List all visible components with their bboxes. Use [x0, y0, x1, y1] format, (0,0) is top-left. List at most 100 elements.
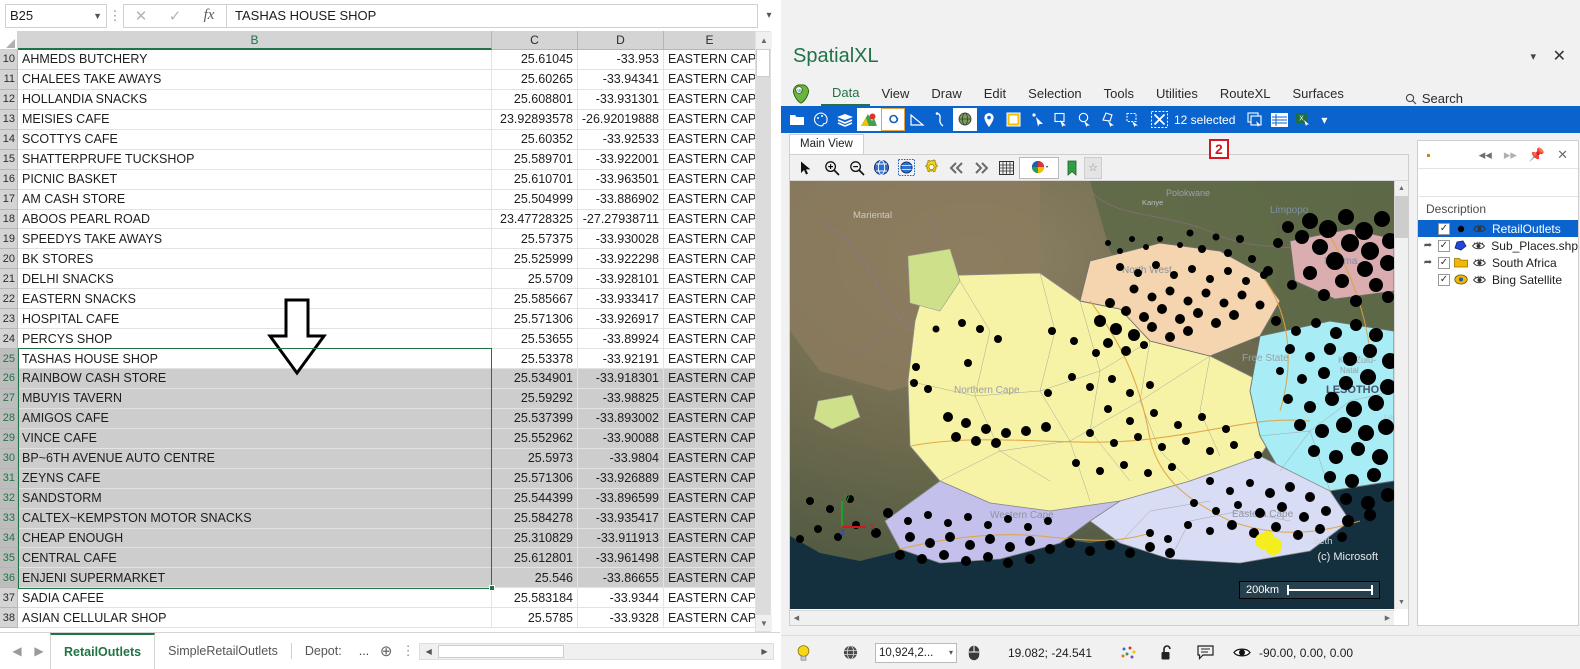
layer-list-item[interactable]: ➦✓Sub_Places.shp — [1418, 237, 1578, 254]
table-row[interactable]: 31ZEYNS CAFE25.571306-33.926889EASTERN C… — [0, 469, 756, 489]
cell-c[interactable]: 25.571306 — [492, 469, 578, 489]
cell-c[interactable]: 23.47728325 — [492, 210, 578, 230]
name-box[interactable]: B25 ▼ — [5, 4, 107, 28]
cell-c[interactable]: 25.589701 — [492, 150, 578, 170]
sheet-tab-depots[interactable]: Depot: — [292, 633, 355, 669]
row-header[interactable]: 24 — [0, 329, 18, 349]
cell-e[interactable]: EASTERN CAPE — [664, 548, 756, 568]
cell-b[interactable]: TASHAS HOUSE SHOP — [18, 349, 492, 369]
select-all-corner[interactable] — [0, 31, 18, 50]
table-row[interactable]: 19SPEEDYS TAKE AWAYS25.57375-33.930028EA… — [0, 229, 756, 249]
map-scroll-down-button[interactable]: ▼ — [1395, 595, 1408, 609]
cell-d[interactable]: -33.922001 — [578, 150, 664, 170]
cell-b[interactable]: AMIGOS CAFE — [18, 409, 492, 429]
table-row[interactable]: 34CHEAP ENOUGH25.310829-33.911913EASTERN… — [0, 529, 756, 549]
cell-e[interactable]: EASTERN CAPE — [664, 50, 756, 70]
table-row[interactable]: 16PICNIC BASKET25.610701-33.963501EASTER… — [0, 170, 756, 190]
cell-e[interactable]: EASTERN CAPE — [664, 588, 756, 608]
row-header[interactable]: 28 — [0, 409, 18, 429]
row-header[interactable]: 33 — [0, 509, 18, 529]
row-header[interactable]: 35 — [0, 548, 18, 568]
next-icon[interactable]: ▸▸ — [1504, 147, 1517, 163]
cell-e[interactable]: EASTERN CAPE — [664, 608, 756, 628]
cell-e[interactable]: EASTERN CAPE — [664, 349, 756, 369]
layer-list-item[interactable]: ➦✓South Africa — [1418, 254, 1578, 271]
prev-icon[interactable]: ◂◂ — [1479, 147, 1492, 163]
table-row[interactable]: 33CALTEX~KEMPSTON MOTOR SNACKS25.584278-… — [0, 509, 756, 529]
cell-c[interactable]: 25.59292 — [492, 389, 578, 409]
table-row[interactable]: 30BP~6TH AVENUE AUTO CENTRE25.5973-33.98… — [0, 449, 756, 469]
cell-b[interactable]: SANDSTORM — [18, 489, 492, 509]
expand-tree-icon[interactable]: ➦ — [1422, 240, 1434, 251]
scatter-points-icon[interactable] — [1109, 636, 1149, 669]
table-row[interactable]: 23HOSPITAL CAFE25.571306-33.926917EASTER… — [0, 309, 756, 329]
cell-c[interactable]: 25.5785 — [492, 608, 578, 628]
cell-d[interactable]: -33.90088 — [578, 429, 664, 449]
cell-c[interactable]: 25.583184 — [492, 588, 578, 608]
cell-e[interactable]: EASTERN CAPE — [664, 329, 756, 349]
cell-e[interactable]: EASTERN CAPE — [664, 369, 756, 389]
cell-e[interactable]: EASTERN CAPE — [664, 229, 756, 249]
cell-d[interactable]: -33.918301 — [578, 369, 664, 389]
layer-eye-icon[interactable] — [1472, 224, 1486, 234]
table-row[interactable]: 37SADIA CAFEE25.583184-33.9344EASTERN CA… — [0, 588, 756, 608]
table-row[interactable]: 26RAINBOW CASH STORE25.534901-33.918301E… — [0, 369, 756, 389]
theme-palette-icon[interactable] — [1019, 157, 1059, 179]
palette-icon[interactable] — [809, 108, 833, 131]
cell-b[interactable]: SADIA CAFEE — [18, 588, 492, 608]
menu-item-surfaces[interactable]: Surfaces — [1282, 80, 1355, 106]
cell-c[interactable]: 25.57375 — [492, 229, 578, 249]
row-header[interactable]: 17 — [0, 190, 18, 210]
next-extent-icon[interactable] — [969, 157, 994, 179]
cell-e[interactable]: EASTERN CAPE — [664, 449, 756, 469]
cell-b[interactable]: CENTRAL CAFE — [18, 548, 492, 568]
cell-b[interactable]: ABOOS PEARL ROAD — [18, 210, 492, 230]
table-row[interactable]: 36ENJENI SUPERMARKET25.546-33.86655EASTE… — [0, 568, 756, 588]
cell-c[interactable]: 23.92893578 — [492, 110, 578, 130]
cell-e[interactable]: EASTERN CAPE — [664, 90, 756, 110]
table-row[interactable]: 10AHMEDS BUTCHERY25.61045-33.953EASTERN … — [0, 50, 756, 70]
cell-b[interactable]: SHATTERPRUFE TUCKSHOP — [18, 150, 492, 170]
cell-c[interactable]: 25.610701 — [492, 170, 578, 190]
triangle-measure-icon[interactable] — [905, 108, 929, 131]
point-select-icon[interactable] — [1025, 108, 1049, 131]
cell-d[interactable]: -33.953 — [578, 50, 664, 70]
cell-b[interactable]: CHEAP ENOUGH — [18, 529, 492, 549]
horizontal-scroll-thumb[interactable] — [438, 645, 564, 658]
cell-b[interactable]: CHALEES TAKE AWAYS — [18, 70, 492, 90]
layer-eye-icon[interactable] — [1472, 275, 1486, 285]
row-header[interactable]: 15 — [0, 150, 18, 170]
cell-c[interactable]: 25.60265 — [492, 70, 578, 90]
zoom-in-icon[interactable] — [819, 157, 844, 179]
cancel-edit-button[interactable]: ✕ — [124, 7, 158, 25]
layer-eye-icon[interactable] — [1471, 241, 1485, 251]
eye-icon[interactable] — [1225, 636, 1259, 669]
cell-c[interactable]: 25.584278 — [492, 509, 578, 529]
excel-export-icon[interactable]: X — [1291, 108, 1315, 131]
row-header[interactable]: 30 — [0, 449, 18, 469]
row-header[interactable]: 19 — [0, 229, 18, 249]
layer-visibility-checkbox[interactable]: ✓ — [1438, 274, 1450, 286]
row-header[interactable]: 18 — [0, 210, 18, 230]
cell-d[interactable]: -33.911913 — [578, 529, 664, 549]
row-header[interactable]: 32 — [0, 489, 18, 509]
cell-c[interactable]: 25.310829 — [492, 529, 578, 549]
copy-select-icon[interactable] — [1243, 108, 1267, 131]
cell-d[interactable]: -33.98825 — [578, 389, 664, 409]
cell-c[interactable]: 25.544399 — [492, 489, 578, 509]
cell-d[interactable]: -33.933417 — [578, 289, 664, 309]
cell-e[interactable]: EASTERN CAPE — [664, 190, 756, 210]
bookmark-icon[interactable] — [1059, 157, 1084, 179]
cell-c[interactable]: 25.585667 — [492, 289, 578, 309]
cell-e[interactable]: EASTERN CAPE — [664, 210, 756, 230]
map-tools-overflow[interactable]: ☆ — [1084, 157, 1102, 179]
cell-e[interactable]: EASTERN CAPE — [664, 110, 756, 130]
table-row[interactable]: 27MBUYIS TAVERN25.59292-33.98825EASTERN … — [0, 389, 756, 409]
polygon-select-icon[interactable] — [1097, 108, 1121, 131]
confirm-edit-button[interactable]: ✓ — [158, 7, 192, 25]
layers-icon[interactable] — [833, 108, 857, 131]
cell-d[interactable]: -33.931301 — [578, 90, 664, 110]
globe-extent-icon[interactable] — [869, 157, 894, 179]
toolbar-overflow-icon[interactable]: ▾ — [1315, 108, 1333, 131]
cell-b[interactable]: PICNIC BASKET — [18, 170, 492, 190]
